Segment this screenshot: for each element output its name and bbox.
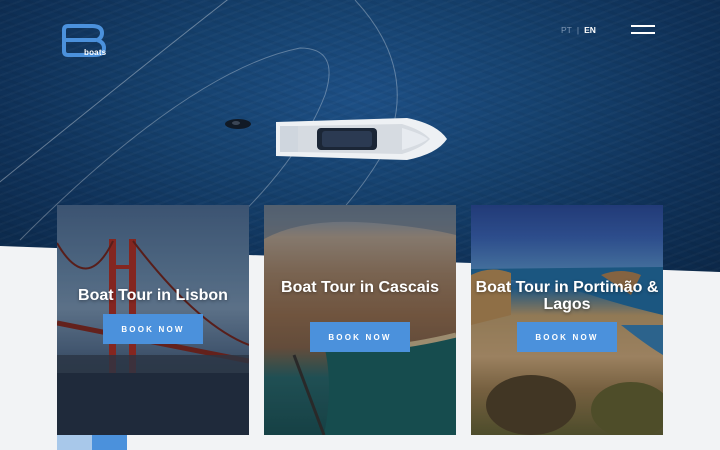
language-separator: | bbox=[576, 25, 580, 35]
book-now-button[interactable]: BOOK NOW bbox=[310, 322, 410, 352]
slider-indicator-active[interactable] bbox=[92, 435, 127, 450]
language-en-link[interactable]: EN bbox=[584, 25, 596, 35]
book-now-button[interactable]: BOOK NOW bbox=[103, 314, 203, 344]
jetski-image bbox=[225, 119, 251, 129]
card-overlay bbox=[264, 205, 456, 435]
language-switcher: PT | EN bbox=[561, 25, 596, 35]
tour-title: Boat Tour in Cascais bbox=[281, 279, 439, 296]
tour-card-cascais[interactable]: Boat Tour in Cascais BOOK NOW bbox=[264, 205, 456, 435]
tour-title: Boat Tour in Lisbon bbox=[78, 287, 228, 304]
tour-card-lisbon[interactable]: Boat Tour in Lisbon BOOK NOW bbox=[57, 205, 249, 435]
book-now-button[interactable]: BOOK NOW bbox=[517, 322, 617, 352]
card-overlay bbox=[471, 205, 663, 435]
language-pt-link[interactable]: PT bbox=[561, 25, 572, 35]
slider-indicator-inactive[interactable] bbox=[57, 435, 92, 450]
yacht-image bbox=[276, 118, 447, 160]
hamburger-menu-icon[interactable] bbox=[631, 25, 655, 35]
menu-line bbox=[631, 25, 655, 27]
menu-line bbox=[631, 32, 655, 34]
brand-name[interactable]: boats bbox=[84, 48, 106, 57]
tour-title: Boat Tour in Portimão & Lagos bbox=[475, 279, 659, 313]
tour-card-portimao-lagos[interactable]: Boat Tour in Portimão & Lagos BOOK NOW bbox=[471, 205, 663, 435]
